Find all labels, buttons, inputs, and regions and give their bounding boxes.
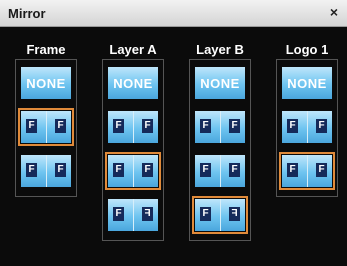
f-glyph-icon: F <box>316 119 327 133</box>
f-glyph-icon: F <box>200 207 211 221</box>
column-header-layer-a: Layer A <box>109 42 157 57</box>
f-glyph-icon: F <box>229 163 240 177</box>
option-tile: FF <box>108 111 158 143</box>
option-tile: FF <box>195 155 245 187</box>
none-label: NONE <box>200 75 240 91</box>
f-glyph-icon: F <box>316 163 327 177</box>
split-divider <box>220 199 221 231</box>
title-bar: Mirror × <box>0 0 347 27</box>
option-tile: NONE <box>282 67 332 99</box>
split-divider <box>307 111 308 143</box>
option-panel-logo-1: NONE F F F F <box>276 59 338 197</box>
option-tile: NONE <box>108 67 158 99</box>
column-header-frame: Frame <box>26 42 66 57</box>
f-glyph-icon: F <box>287 119 298 133</box>
option-tile: FF <box>195 199 245 231</box>
f-glyph-icon: F <box>200 119 211 133</box>
option-tile: FF <box>21 111 71 143</box>
split-divider <box>307 155 308 187</box>
none-label: NONE <box>287 75 327 91</box>
f-glyph-icon: F <box>26 163 37 177</box>
f-glyph-icon: F <box>55 119 66 133</box>
option-panel-frame: NONE F F F F <box>15 59 77 197</box>
mirror-option[interactable]: FF <box>18 108 74 146</box>
option-tile: FF <box>21 155 71 187</box>
split-divider <box>133 155 134 187</box>
column-header-logo-1: Logo 1 <box>285 42 329 57</box>
f-glyph-icon: F <box>113 163 124 177</box>
window-title: Mirror <box>8 6 46 21</box>
f-glyph-icon: F <box>142 163 153 177</box>
mirror-option[interactable]: FF <box>105 152 161 190</box>
split-divider <box>220 155 221 187</box>
close-button[interactable]: × <box>327 4 341 20</box>
option-tile: FF <box>195 111 245 143</box>
mirror-none-option[interactable]: NONE <box>192 64 248 102</box>
mirror-none-option[interactable]: NONE <box>279 64 335 102</box>
mirror-none-option[interactable]: NONE <box>105 64 161 102</box>
f-glyph-icon: F <box>113 207 124 221</box>
none-label: NONE <box>113 75 153 91</box>
option-tile: FF <box>282 155 332 187</box>
mirror-option[interactable]: FF <box>18 152 74 190</box>
split-divider <box>133 199 134 231</box>
f-mirrored-icon: F <box>229 207 240 221</box>
f-glyph-icon: F <box>142 119 153 133</box>
mirror-none-option[interactable]: NONE <box>18 64 74 102</box>
mirror-option[interactable]: FF <box>192 108 248 146</box>
f-glyph-icon: F <box>55 163 66 177</box>
mirror-option[interactable]: FF <box>279 152 335 190</box>
f-mirrored-icon: F <box>142 207 153 221</box>
f-glyph-icon: F <box>26 119 37 133</box>
split-divider <box>46 155 47 187</box>
mirror-option[interactable]: FF <box>279 108 335 146</box>
column-header-layer-b: Layer B <box>196 42 244 57</box>
split-divider <box>220 111 221 143</box>
option-panel-layer-a: NONE F F F F F F <box>102 59 164 241</box>
mirror-option[interactable]: FF <box>192 196 248 234</box>
option-tile: NONE <box>21 67 71 99</box>
mirror-option[interactable]: FF <box>105 108 161 146</box>
split-divider <box>46 111 47 143</box>
f-glyph-icon: F <box>229 119 240 133</box>
option-tile: FF <box>282 111 332 143</box>
f-glyph-icon: F <box>113 119 124 133</box>
option-tile: NONE <box>195 67 245 99</box>
none-label: NONE <box>26 75 66 91</box>
split-divider <box>133 111 134 143</box>
mirror-option[interactable]: FF <box>105 196 161 234</box>
f-glyph-icon: F <box>287 163 298 177</box>
option-tile: FF <box>108 199 158 231</box>
option-tile: FF <box>108 155 158 187</box>
f-glyph-icon: F <box>200 163 211 177</box>
option-panel-layer-b: NONE F F F F F F <box>189 59 251 241</box>
mirror-option[interactable]: FF <box>192 152 248 190</box>
